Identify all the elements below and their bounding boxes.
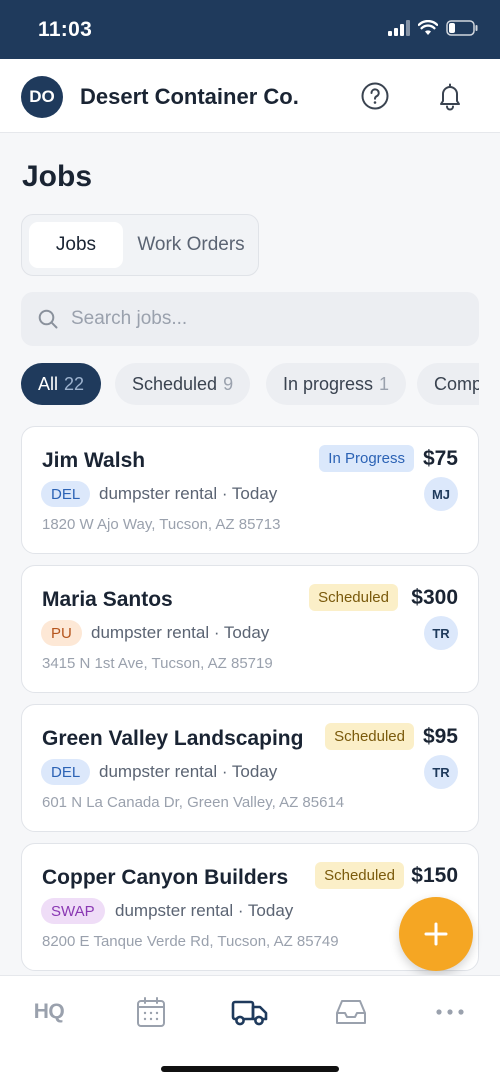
filter-chip-completed[interactable]: Comp <box>417 363 479 405</box>
tab-work-orders[interactable]: Work Orders <box>128 222 254 268</box>
job-address: 601 N La Canada Dr, Green Valley, AZ 856… <box>42 794 345 811</box>
filter-chip-all[interactable]: All 22 <box>21 363 102 405</box>
cellular-signal-icon <box>388 20 410 36</box>
inbox-icon <box>336 1000 366 1024</box>
filter-chip-label: In progress <box>283 373 374 394</box>
status-time: 11:03 <box>38 18 93 41</box>
filter-chip-count: 1 <box>379 373 390 394</box>
job-customer-name: Green Valley Landscaping <box>42 727 304 750</box>
plus-icon <box>424 922 448 946</box>
search-icon <box>38 309 58 329</box>
wifi-icon <box>418 20 438 35</box>
job-type-badge: DEL <box>41 759 91 785</box>
job-address: 3415 N 1st Ave, Tucson, AZ 85719 <box>42 655 273 672</box>
job-price: $95 <box>422 725 458 748</box>
job-customer-name: Copper Canyon Builders <box>42 866 289 889</box>
app-header: DO Desert Container Co. <box>0 59 500 133</box>
calendar-icon <box>137 997 165 1027</box>
job-card[interactable]: Jim Walsh In Progress $75 DEL dumpster r… <box>21 426 479 554</box>
tab-jobs-truck[interactable] <box>225 992 275 1032</box>
job-meta: dumpster rental · Today <box>99 484 278 503</box>
tab-inbox[interactable] <box>326 992 376 1032</box>
job-card[interactable]: Green Valley Landscaping Scheduled $95 D… <box>21 704 479 832</box>
job-price: $300 <box>411 586 458 609</box>
filter-chip-in-progress[interactable]: In progress 1 <box>266 363 407 405</box>
tab-calendar[interactable] <box>126 992 176 1032</box>
status-bar: 11:03 <box>0 0 500 59</box>
job-status-badge: Scheduled <box>325 723 414 750</box>
job-meta: dumpster rental · Today <box>115 901 294 920</box>
assignee-avatar: TR <box>424 616 458 650</box>
job-address: 8200 E Tanque Verde Rd, Tucson, AZ 85749 <box>42 933 339 950</box>
job-type-badge: SWAP <box>41 898 105 924</box>
job-price: $150 <box>411 864 458 887</box>
company-name: Desert Container Co. <box>80 84 299 109</box>
job-meta: dumpster rental · Today <box>99 762 278 781</box>
assignee-avatar: MJ <box>424 477 458 511</box>
help-button[interactable] <box>360 81 390 111</box>
page-title: Jobs <box>22 160 93 193</box>
job-card[interactable]: Maria Santos Scheduled $300 PU dumpster … <box>21 565 479 693</box>
filter-chip-label: All <box>38 373 59 394</box>
job-type-badge: DEL <box>41 481 91 507</box>
filter-chips: All 22 Scheduled 9 In progress 1 Comp <box>21 363 479 405</box>
status-icons <box>388 20 478 36</box>
bell-icon <box>440 83 460 111</box>
job-meta: dumpster rental · Today <box>91 623 270 642</box>
battery-icon <box>446 20 478 36</box>
job-customer-name: Maria Santos <box>42 588 173 611</box>
filter-chip-scheduled[interactable]: Scheduled 9 <box>115 363 251 405</box>
job-customer-name: Jim Walsh <box>42 449 146 472</box>
company-avatar[interactable]: DO <box>21 76 63 118</box>
job-status-badge: Scheduled <box>315 862 404 889</box>
notifications-button[interactable] <box>434 80 466 112</box>
job-address: 1820 W Ajo Way, Tucson, AZ 85713 <box>42 516 281 533</box>
tab-hq[interactable]: HQ <box>24 992 74 1032</box>
help-icon <box>361 82 389 110</box>
hq-label: HQ <box>33 1000 65 1023</box>
job-type-badge: PU <box>41 620 82 646</box>
search-input[interactable] <box>71 300 466 338</box>
home-indicator <box>161 1066 339 1072</box>
add-job-button[interactable] <box>399 897 473 971</box>
filter-chip-label: Comp <box>434 373 479 394</box>
filter-chip-count: 22 <box>64 373 85 394</box>
job-price: $75 <box>422 447 458 470</box>
filter-chip-label: Scheduled <box>132 373 218 394</box>
truck-icon <box>231 1000 268 1026</box>
jobs-segmented-control: Jobs Work Orders <box>21 214 259 276</box>
tab-jobs[interactable]: Jobs <box>29 222 123 268</box>
job-status-badge: In Progress <box>319 445 414 472</box>
search-bar <box>21 292 479 346</box>
job-status-badge: Scheduled <box>309 584 398 611</box>
more-icon <box>436 1009 464 1015</box>
tab-more[interactable] <box>425 992 475 1032</box>
assignee-avatar: TR <box>424 755 458 789</box>
filter-chip-count: 9 <box>223 373 234 394</box>
